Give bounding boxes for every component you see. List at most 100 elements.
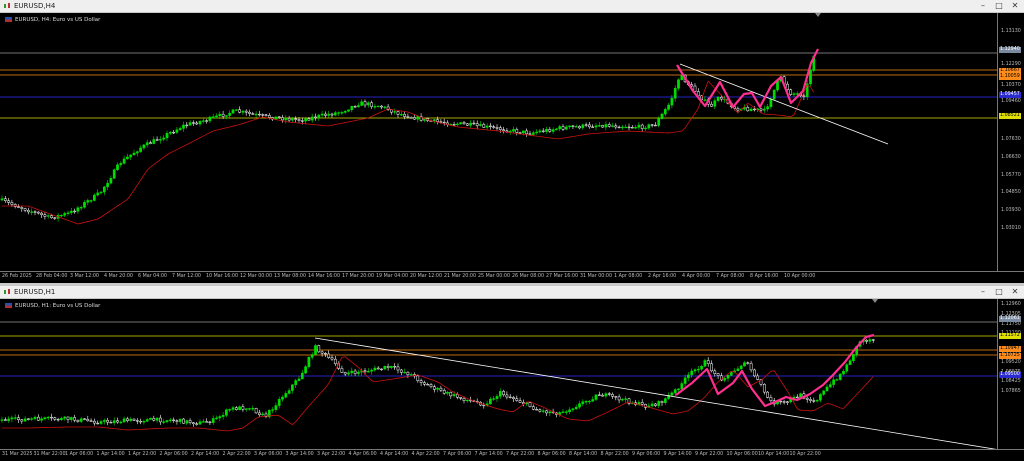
candle [126,416,129,423]
candle [337,111,340,116]
candle [574,404,578,411]
price-tick-label: 1.09460 [1001,99,1021,104]
chart-shift-marker[interactable] [872,299,878,303]
candle [482,402,486,409]
candlestick-icon [4,289,10,294]
chart-canvas[interactable] [0,13,998,272]
price-chart-h1[interactable]: EURUSD, H1: Euro vs US Dollar 1.12960 1.1… [0,299,1024,461]
candle [578,400,581,410]
candle [234,406,238,411]
candle [650,123,654,128]
candle [571,407,575,412]
candle [63,211,67,217]
chart-shift-marker[interactable] [815,13,821,17]
time-axis[interactable]: 31 Mar 2025 31 Mar 22:00 1 Apr 06:00 1 Apr … [0,449,1024,461]
candle [459,121,463,125]
candle [231,405,235,412]
maximize-icon[interactable]: □ [992,0,1006,12]
candle [188,120,192,127]
candle [244,408,248,412]
minimize-icon[interactable]: – [976,286,990,298]
time-axis[interactable]: 26 Feb 2025 28 Feb 04:00 3 Mar 12:00 4 Mar … [0,271,1024,283]
candle [660,112,664,120]
candle [710,360,713,373]
window-titlebar-h4[interactable]: EURUSD,H4 – □ ✕ [0,0,1024,13]
candle [142,143,146,151]
candle [192,120,195,126]
window-titlebar-h1[interactable]: EURUSD,H1 – □ ✕ [0,286,1024,299]
candle [465,399,469,403]
pattern-zigzag[interactable] [676,48,819,109]
candle [769,394,773,403]
candle [409,116,413,119]
time-tick-label: 7 Mar 12:00 [172,274,201,279]
time-tick-label: 25 Mar 00:00 [478,274,511,279]
price-chart-h4[interactable]: EURUSD, H4: Euro vs US Dollar 1.13130 1.1… [0,13,1024,283]
candle [601,124,604,128]
candle [182,417,185,424]
candle [300,370,304,380]
candle [126,153,129,160]
candle [545,409,548,417]
candle [386,103,390,111]
candle [842,369,845,376]
candle [545,126,548,134]
candle [317,113,321,121]
close-icon[interactable]: ✕ [1008,0,1022,12]
candle [205,418,208,423]
chart-window-h1[interactable]: EURUSD,H1 – □ ✕ EURUSD, H1: Euro vs US D… [0,286,1024,461]
candle [848,358,852,366]
candle [109,420,113,424]
candle [591,124,595,128]
candle [86,415,90,422]
candle [828,381,832,389]
candle [132,149,136,156]
maximize-icon[interactable]: □ [992,286,1006,298]
window-title: EURUSD,H4 [14,2,56,10]
candle [96,189,100,197]
price-tick-label: 1.12960 [1001,302,1021,307]
candle [324,111,327,118]
candle [353,368,357,376]
moving-average-line[interactable] [2,80,815,225]
time-tick-label: 7 Apr 14:00 [474,452,503,457]
time-tick-label: 1 Apr 06:00 [65,452,94,457]
candle [241,404,245,412]
candle [208,115,212,123]
candle [129,154,133,161]
candle [766,104,769,112]
minimize-icon[interactable]: – [976,0,990,12]
close-icon[interactable]: ✕ [1008,286,1022,298]
candle [0,195,4,202]
candle [713,98,717,110]
candle [370,100,373,109]
time-tick-label: 20 Mar 12:00 [410,274,443,279]
candle [617,125,621,129]
price-axis[interactable]: 1.13130 1.12290 1.10370 1.09460 1.07630 1.066… [997,13,1024,272]
candle [630,125,634,129]
candle [561,124,565,131]
candle [512,395,515,402]
candle [343,371,347,376]
time-tick-label: 19 Mar 04:00 [376,274,409,279]
chart-window-h4[interactable]: EURUSD,H4 – □ ✕ EURUSD, H4: Euro vs US D… [0,0,1024,283]
time-tick-label: 10 Mar 16:00 [206,274,239,279]
candle [145,417,149,422]
candle [76,419,80,423]
candle [320,350,324,357]
candle [815,399,819,403]
candle [17,414,20,423]
candle [423,380,426,387]
candle [403,368,406,374]
candle [254,407,258,414]
candle [89,418,93,423]
candle [693,368,697,374]
candle [766,391,769,399]
candle [284,391,288,399]
candle [746,361,750,365]
candle [287,115,291,123]
price-axis[interactable]: 1.129601.123051.117501.111901.100001.095… [997,299,1024,450]
candle [33,415,37,421]
candle [132,418,136,421]
chart-canvas[interactable] [0,299,998,450]
